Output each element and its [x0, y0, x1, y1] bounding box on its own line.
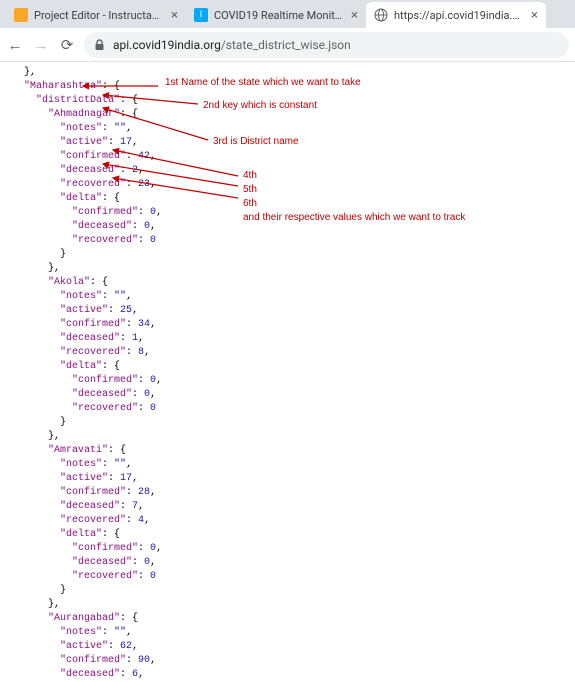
tab-title: Project Editor - Instructables — [34, 9, 165, 22]
tab-2[interactable]: I COVID19 Realtime Monitoring × — [186, 2, 366, 28]
forward-button[interactable]: → — [32, 36, 50, 54]
browser-toolbar: ← → ⟳ api.covid19india.org/state_distric… — [0, 28, 575, 62]
globe-icon — [374, 8, 388, 22]
tab-1[interactable]: Project Editor - Instructables × — [6, 2, 186, 28]
back-button[interactable]: ← — [6, 36, 24, 54]
tab-title: https://api.covid19india.org/sta — [394, 9, 525, 22]
close-icon[interactable]: × — [351, 8, 358, 23]
url-domain: api.covid19india.org — [113, 38, 221, 52]
lock-icon — [94, 39, 105, 51]
tab-3[interactable]: https://api.covid19india.org/sta × — [366, 2, 546, 28]
robot-icon — [14, 8, 28, 22]
close-icon[interactable]: × — [171, 8, 178, 23]
json-viewer: }, "Maharashtra": { "districtData": { "A… — [0, 62, 575, 682]
address-bar[interactable]: api.covid19india.org/state_district_wise… — [84, 32, 569, 58]
tab-strip: Project Editor - Instructables × I COVID… — [0, 0, 575, 28]
site-icon: I — [194, 8, 208, 22]
reload-button[interactable]: ⟳ — [58, 36, 76, 54]
tab-title: COVID19 Realtime Monitoring — [214, 9, 345, 22]
url-path: /state_district_wise.json — [221, 38, 351, 52]
close-icon[interactable]: × — [531, 8, 538, 23]
